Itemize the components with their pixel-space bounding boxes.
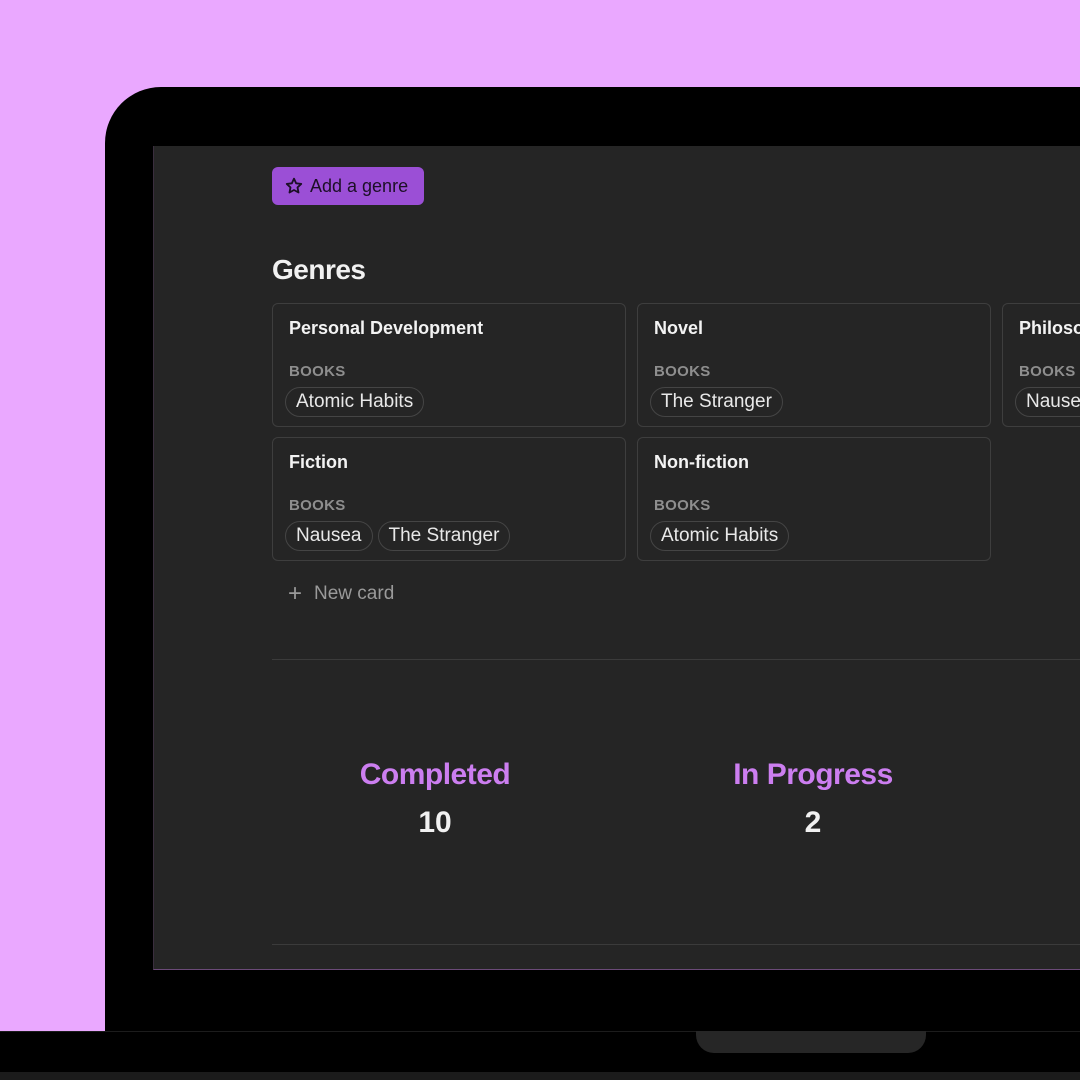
card-books-label: BOOKS (289, 497, 346, 514)
card-title: Fiction (289, 452, 348, 472)
book-chip[interactable]: Nausea (1015, 387, 1080, 417)
book-chips: The Stranger (650, 387, 783, 417)
add-genre-button[interactable]: Add a genre (272, 167, 425, 205)
card-books-label: BOOKS (1019, 363, 1076, 380)
app-screen: Add a genre Genres Personal Development … (153, 146, 1080, 970)
card-books-label: BOOKS (289, 363, 346, 380)
genre-card-philosophy[interactable]: Philosophy BOOKS Nausea (1002, 303, 1080, 427)
stat-value: 2 (804, 806, 822, 839)
star-icon (284, 176, 304, 196)
book-chip[interactable]: The Stranger (650, 387, 783, 417)
stat-value: 10 (418, 806, 452, 839)
laptop-notch (696, 1031, 926, 1053)
book-chip[interactable]: Nausea (285, 521, 373, 551)
book-chip[interactable]: The Stranger (377, 521, 511, 551)
genre-card-personal-development[interactable]: Personal Development BOOKS Atomic Habits (272, 303, 626, 427)
section-title: Genres (272, 254, 366, 285)
add-genre-label: Add a genre (310, 175, 409, 196)
card-title: Non-fiction (654, 452, 749, 472)
card-title: Philosophy (1019, 318, 1080, 338)
genre-card-novel[interactable]: Novel BOOKS The Stranger (637, 303, 991, 427)
plus-icon: + (288, 580, 303, 607)
book-chip[interactable]: Atomic Habits (650, 521, 790, 551)
laptop-base-edge (0, 1072, 1080, 1080)
divider (272, 659, 1080, 660)
stat-completed: Completed 10 (305, 758, 565, 840)
book-chip[interactable]: Atomic Habits (285, 387, 425, 417)
card-books-label: BOOKS (654, 363, 711, 380)
genre-card-non-fiction[interactable]: Non-fiction BOOKS Atomic Habits (637, 437, 991, 561)
genre-card-fiction[interactable]: Fiction BOOKS Nausea The Stranger (272, 437, 626, 561)
book-chips: Atomic Habits (285, 387, 425, 417)
stat-in-progress: In Progress 2 (683, 758, 943, 840)
card-title: Novel (654, 318, 704, 338)
book-chips: Nausea The Stranger (285, 521, 511, 551)
divider (272, 944, 1080, 945)
card-title: Personal Development (289, 318, 484, 338)
stat-label: In Progress (733, 758, 893, 791)
book-chips: Nausea (1015, 387, 1080, 417)
book-chips: Atomic Habits (650, 521, 790, 551)
stat-label: Completed (359, 758, 511, 791)
card-books-label: BOOKS (654, 497, 711, 514)
new-card-button[interactable]: + New card (288, 582, 394, 606)
new-card-label: New card (314, 583, 395, 604)
